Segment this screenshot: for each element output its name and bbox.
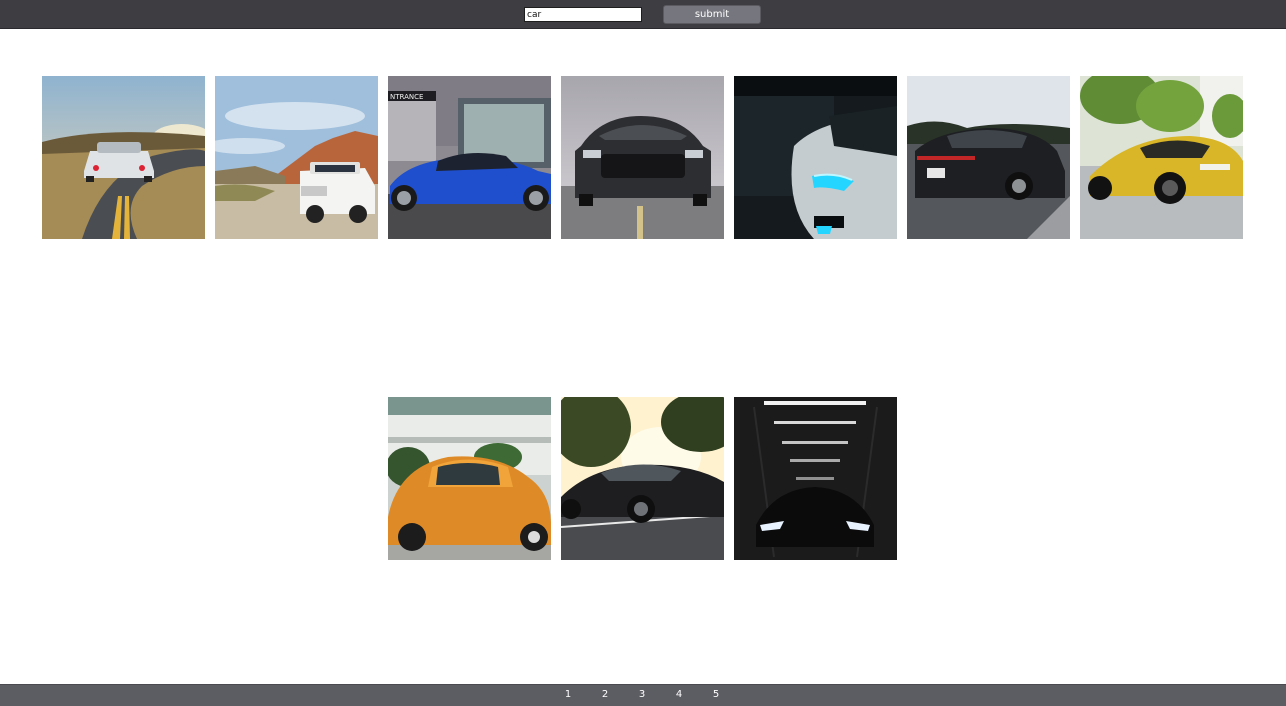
result-image-black-mustang-sunset[interactable]	[561, 397, 724, 560]
result-image-dark-garage-car[interactable]	[734, 397, 897, 560]
page-link-4[interactable]: 4	[669, 689, 689, 701]
result-image-orange-beetle[interactable]	[388, 397, 551, 560]
svg-text:NTRANCE: NTRANCE	[390, 93, 423, 101]
page-link-1[interactable]: 1	[558, 689, 578, 701]
result-image-black-sports-car-rear[interactable]	[907, 76, 1070, 239]
page-link-2[interactable]: 2	[595, 689, 615, 701]
result-image-yellow-supercar[interactable]	[1080, 76, 1243, 239]
top-toolbar: submit	[0, 0, 1286, 29]
pagination-bar: 1 2 3 4 5	[0, 684, 1286, 706]
result-image-white-suv-desert[interactable]	[215, 76, 378, 239]
submit-button[interactable]: submit	[663, 5, 761, 24]
page-link-3[interactable]: 3	[632, 689, 652, 701]
result-image-gray-muscle-car[interactable]	[561, 76, 724, 239]
result-image-blue-coupe[interactable]: NTRANCE	[388, 76, 551, 239]
result-image-white-car-headlight[interactable]	[734, 76, 897, 239]
page-link-5[interactable]: 5	[706, 689, 726, 701]
search-input[interactable]	[524, 7, 642, 22]
result-image-white-sports-car-road[interactable]	[42, 76, 205, 239]
